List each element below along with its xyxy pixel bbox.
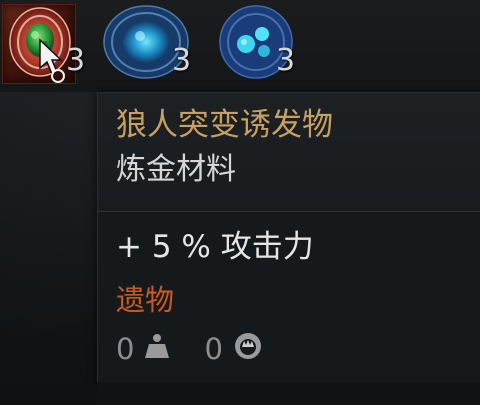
cursor-icon xyxy=(39,38,65,83)
tooltip-bottom-edge xyxy=(97,382,480,405)
item-tooltip: 狼人突变诱发物 炼金材料 + 5 % 攻击力 遗物 0 0 xyxy=(97,92,480,384)
inventory-slot-blue-spotted-mutagen[interactable]: 3 xyxy=(214,2,296,88)
item-quantity: 3 xyxy=(172,43,192,78)
crown-coin-icon xyxy=(233,331,263,368)
weight-icon xyxy=(144,332,170,367)
inventory-slot-werewolf-mutagen[interactable]: 3 xyxy=(0,2,85,88)
game-inventory-screen: 3 3 3 狼人突变诱发物 炼金材料 + 5 % 攻击力 遗物 0 0 xyxy=(0,0,480,405)
price-value: 0 xyxy=(204,332,223,366)
inventory-slot-blue-mutagen[interactable]: 3 xyxy=(100,2,191,88)
item-quantity: 3 xyxy=(276,43,296,78)
item-name: 狼人突变诱发物 xyxy=(116,107,333,143)
weight-value: 0 xyxy=(116,332,135,366)
item-stat: + 5 % 攻击力 xyxy=(116,229,314,265)
item-quantity: 3 xyxy=(66,43,86,78)
item-type: 炼金材料 xyxy=(116,152,236,187)
tooltip-footer: 0 0 xyxy=(116,331,263,367)
item-category: 遗物 xyxy=(116,283,175,317)
